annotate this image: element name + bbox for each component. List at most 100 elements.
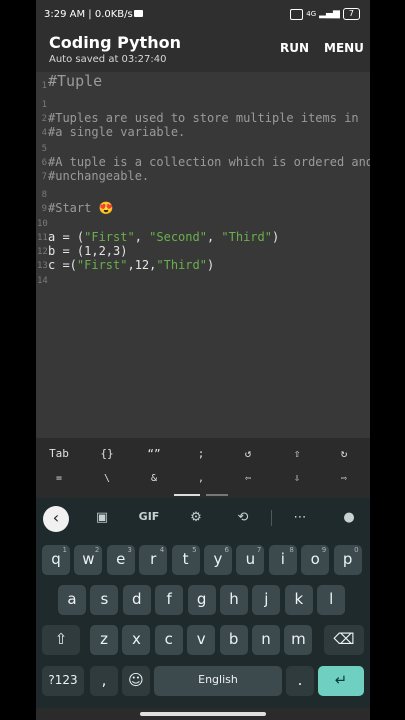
sticker-icon[interactable]: ▣ [89,510,115,525]
line-number: 6 [41,158,47,168]
key-label: e [116,550,126,568]
key-hint: 4 [159,546,165,554]
symbols-key[interactable]: ?123 [42,666,84,696]
line-number: 12 [37,247,48,257]
symbol-key[interactable]: , [186,473,216,484]
code-token: ) [206,258,215,272]
status-bar: 3:29 AM | 0.0KB/s 4G ▂▄▆ 7 [36,0,370,30]
code-line[interactable]: 2 #Tuples are used to store multiple item… [36,111,370,125]
code-line[interactable]: 11 a = ("First", "Second", "Third") [36,230,370,244]
string-literal: "Third" [156,258,207,272]
key-c[interactable]: c [154,625,183,655]
key-p[interactable]: p0 [333,545,362,575]
code-token: ,12, [127,258,157,272]
gif-button[interactable]: GIF [136,510,162,523]
status-time-speed: 3:29 AM | 0.0KB/s [44,9,133,20]
status-icons: 4G ▂▄▆ 7 [290,8,360,20]
emoji-icon[interactable]: ☺ [122,666,150,696]
code-line[interactable]: 8 [36,187,370,201]
key-v[interactable]: v [187,625,216,655]
symbol-key[interactable]: ⇩ [282,473,312,484]
code-token: , [206,230,222,244]
key-x[interactable]: x [122,625,151,655]
key-o[interactable]: o9 [301,545,330,575]
key-label: o [310,550,320,568]
code-line[interactable]: 6 #A tuple is a collection which is order… [36,155,370,169]
chevron-left-icon[interactable]: ‹ [43,506,69,532]
code-token: a = ( [48,230,85,244]
key-y[interactable]: y6 [204,545,232,575]
key-hint: 5 [192,546,197,554]
shift-key[interactable]: ⇧ [42,625,80,655]
symbol-key[interactable]: ⇦ [233,473,263,484]
key-q[interactable]: q1 [42,545,70,575]
translate-icon[interactable]: ⟲ [230,510,256,525]
string-literal: "First" [76,258,128,272]
symbol-key[interactable]: “” [139,447,169,460]
key-j[interactable]: j [252,585,281,615]
symbol-key[interactable]: = [44,473,74,484]
code-line[interactable]: 13 c =("First",12,"Third") [36,258,370,272]
symbol-key[interactable]: {} [92,447,122,460]
gear-icon[interactable]: ⚙ [183,510,209,525]
home-indicator[interactable] [140,712,266,716]
key-u[interactable]: u7 [236,545,265,575]
code-line[interactable]: 10 [36,216,370,230]
key-g[interactable]: g [187,585,216,615]
string-literal: "Second" [149,230,207,244]
line-number: 10 [37,219,48,229]
key-i[interactable]: i8 [268,545,297,575]
key-label: q [51,550,61,568]
more-icon[interactable]: ⋯ [287,510,313,525]
key-s[interactable]: s [90,585,119,615]
symbol-key[interactable]: \ [92,473,122,484]
backspace-key[interactable]: ⌫ [324,625,364,655]
code-line[interactable]: 4 #a single variable. [36,125,370,139]
symbol-key[interactable]: ⇧ [282,447,312,460]
key-k[interactable]: k [284,585,313,615]
microphone-icon[interactable]: ● [336,510,362,525]
code-line[interactable]: 12 b = (1,2,3) [36,244,370,258]
code-line[interactable]: 5 [36,141,370,155]
key-z[interactable]: z [90,625,118,655]
menu-button[interactable]: MENU [324,41,364,55]
code-line[interactable]: 9 #Start 😍 [36,201,370,215]
key-d[interactable]: d [122,585,151,615]
key-n[interactable]: n [252,625,280,655]
key-t[interactable]: t5 [171,545,200,575]
key-e[interactable]: e3 [106,545,135,575]
code-line[interactable]: 1 [36,97,370,111]
key-f[interactable]: f [155,585,184,615]
signal-4g-icon: 4G [306,10,317,18]
line-number: 11 [37,233,48,243]
line-number: 9 [41,204,47,214]
run-button[interactable]: RUN [280,41,309,55]
symbol-key[interactable]: ; [186,447,216,460]
enter-key[interactable]: ↵ [318,666,364,696]
line-number: 7 [41,172,47,182]
key-r[interactable]: r4 [139,545,168,575]
code-editor[interactable]: 1 #Tuple 1 2 #Tuples are used to store multi… [36,72,370,438]
battery-icon: 7 [342,8,360,20]
code-line[interactable]: 7 #unchangeable. [36,169,370,183]
symbol-key[interactable]: & [139,473,169,484]
line-number: 1 [41,100,47,110]
key-m[interactable]: m [284,625,313,655]
period-key[interactable]: . [286,666,314,696]
key-label: w [82,550,95,568]
symbol-key[interactable]: ⇨ [329,473,359,484]
symbol-key[interactable]: ↺ [233,447,263,460]
key-a[interactable]: a [58,585,86,615]
key-h[interactable]: h [220,585,248,615]
key-l[interactable]: l [317,585,346,615]
key-b[interactable]: b [219,625,248,655]
symbol-key[interactable]: Tab [44,447,74,460]
keyboard-toolbar: ‹ ▣ GIF ⚙ ⟲ ⋯ ● [36,498,370,538]
code-line[interactable]: 1 #Tuple [36,74,370,92]
symbol-key[interactable]: ↻ [329,447,359,460]
code-line[interactable]: 14 [36,273,370,287]
key-w[interactable]: w2 [74,545,103,575]
line-number: 14 [37,276,48,286]
comma-key[interactable]: , [90,666,118,696]
space-key[interactable]: English [154,666,282,696]
